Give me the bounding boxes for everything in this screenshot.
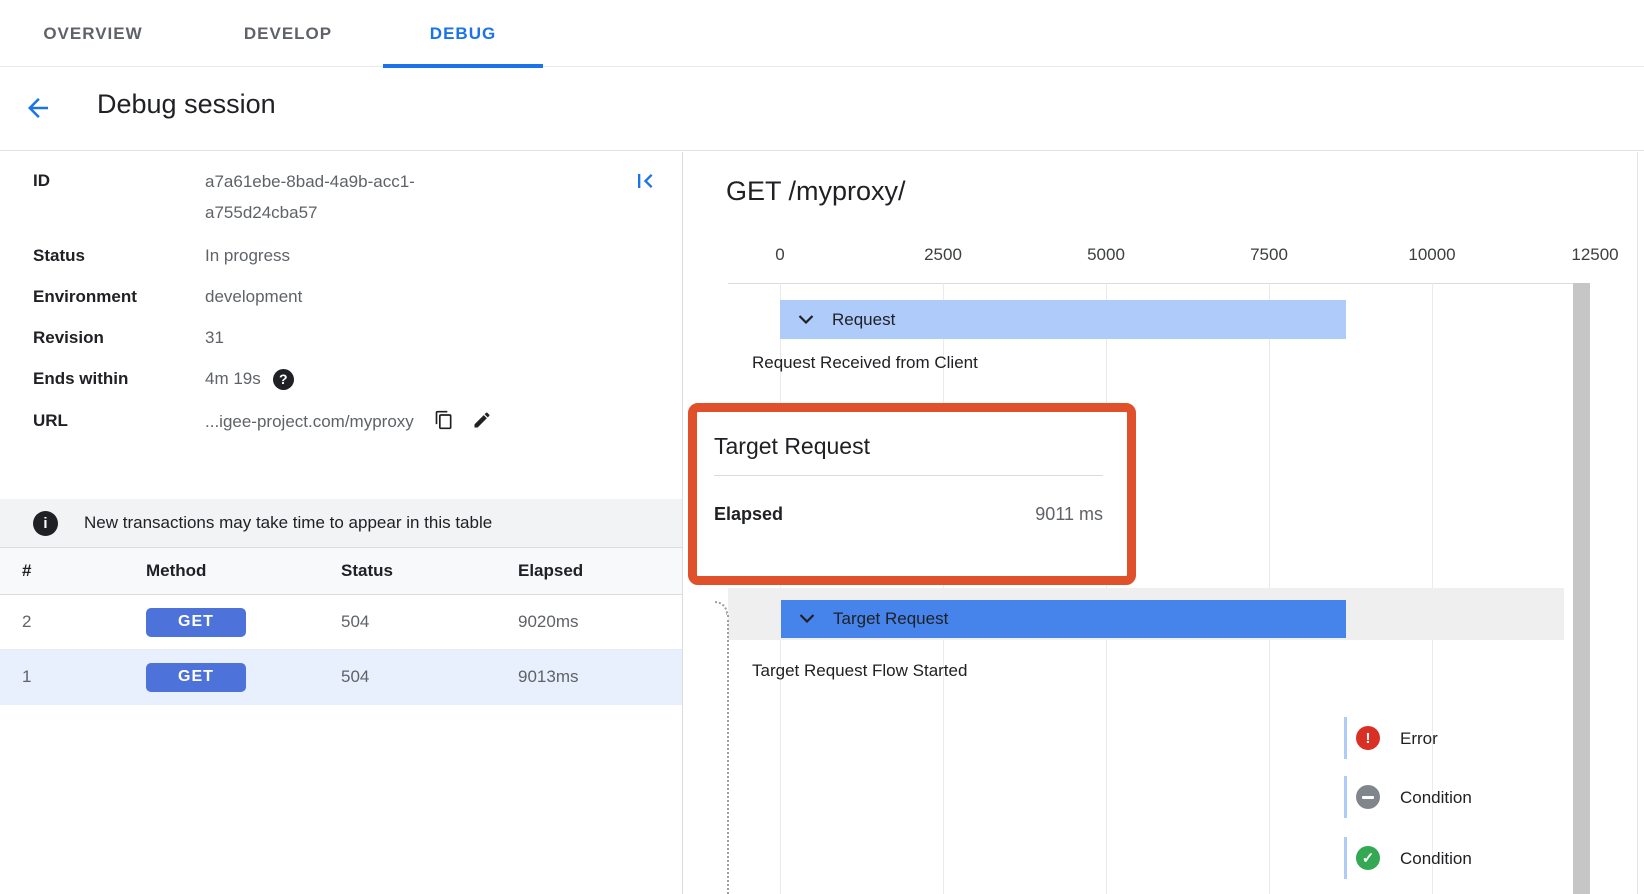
axis-tick: 12500: [1545, 245, 1644, 265]
connector-curve: [715, 601, 728, 615]
request-phase-label: Request: [832, 310, 895, 330]
arrow-left-icon: [23, 111, 53, 126]
field-row-status: Status In progress: [33, 245, 663, 267]
transaction-status: 504: [341, 667, 518, 687]
field-label: Environment: [33, 286, 205, 308]
trace-title: GET /myproxy/: [726, 176, 906, 207]
axis-tick: 10000: [1382, 245, 1482, 265]
field-row-url: URL ...igee-project.com/myproxy: [33, 410, 663, 433]
step-marker-line: [1344, 837, 1347, 879]
elapsed-value: 9011 ms: [1035, 504, 1103, 525]
field-label: Ends within: [33, 368, 205, 390]
error-icon[interactable]: !: [1356, 726, 1380, 750]
pencil-icon: [472, 410, 492, 433]
trace-panel: GET /myproxy/ 0 2500 5000 7500 10000 125…: [684, 152, 1644, 894]
tooltip-title: Target Request: [714, 433, 1103, 460]
session-details-panel: ID a7a61ebe-8bad-4a9b-acc1-a755d24cba57 …: [0, 152, 683, 894]
copy-url-button[interactable]: [434, 410, 454, 433]
condition-step-label: Condition: [1400, 847, 1472, 871]
column-header-num: #: [0, 561, 146, 581]
transaction-elapsed: 9013ms: [518, 667, 683, 687]
environment-value: development: [205, 286, 483, 308]
chevron-down-icon: [798, 311, 814, 329]
condition-false-icon[interactable]: [1356, 785, 1380, 809]
condition-true-icon[interactable]: ✓: [1356, 846, 1380, 870]
field-label: Revision: [33, 327, 205, 349]
url-value: ...igee-project.com/myproxy: [205, 411, 414, 433]
request-phase-bar[interactable]: Request: [780, 300, 1346, 339]
info-icon: i: [33, 511, 58, 536]
transaction-status: 504: [341, 612, 518, 632]
step-marker-line: [1344, 717, 1347, 759]
back-button[interactable]: [22, 93, 54, 125]
collapse-left-icon: [631, 183, 659, 198]
error-step-label: Error: [1400, 727, 1438, 751]
tooltip-divider: [714, 475, 1103, 476]
tab-develop[interactable]: DEVELOP: [208, 0, 368, 67]
target-request-phase-label: Target Request: [833, 609, 948, 629]
field-row-id: ID a7a61ebe-8bad-4a9b-acc1-a755d24cba57: [33, 170, 663, 228]
column-header-status: Status: [341, 561, 518, 581]
apigee-debug-screen: OVERVIEW DEVELOP DEBUG Debug session ID …: [0, 0, 1644, 894]
edit-url-button[interactable]: [472, 410, 492, 433]
help-icon[interactable]: ?: [273, 369, 294, 390]
request-event-text: Request Received from Client: [752, 353, 978, 373]
ends-within-value: 4m 19s: [205, 368, 261, 390]
chevron-down-icon: [799, 610, 815, 628]
field-row-environment: Environment development: [33, 286, 663, 308]
transaction-num: 1: [0, 667, 146, 687]
tab-overview[interactable]: OVERVIEW: [13, 0, 173, 67]
status-value: In progress: [205, 245, 483, 267]
elapsed-tooltip-highlighted: Target Request Elapsed 9011 ms: [688, 403, 1136, 585]
field-row-revision: Revision 31: [33, 327, 663, 349]
transaction-row-selected[interactable]: 1 GET 504 9013ms: [0, 650, 683, 705]
field-row-ends-within: Ends within 4m 19s ?: [33, 368, 663, 390]
revision-value: 31: [205, 327, 483, 349]
field-label: URL: [33, 410, 205, 432]
panel-border: [1637, 152, 1638, 894]
field-label: ID: [33, 170, 205, 192]
page-header: Debug session: [0, 67, 1644, 151]
transactions-table-header: # Method Status Elapsed: [0, 547, 683, 595]
condition-step-label: Condition: [1400, 786, 1472, 810]
info-banner: i New transactions may take time to appe…: [0, 499, 683, 547]
copy-icon: [434, 410, 454, 433]
target-request-event-text: Target Request Flow Started: [752, 661, 967, 681]
axis-tick: 2500: [893, 245, 993, 265]
info-banner-text: New transactions may take time to appear…: [84, 513, 492, 533]
column-header-method: Method: [146, 561, 341, 581]
transaction-num: 2: [0, 612, 146, 632]
timeline-axis: [728, 283, 1574, 284]
field-label: Status: [33, 245, 205, 267]
minus-glyph: [1362, 796, 1374, 799]
tab-bar: OVERVIEW DEVELOP DEBUG: [0, 0, 1644, 67]
transaction-elapsed: 9020ms: [518, 612, 683, 632]
collapse-panel-button[interactable]: [630, 167, 660, 197]
transaction-row[interactable]: 2 GET 504 9020ms: [0, 595, 683, 650]
axis-tick: 7500: [1219, 245, 1319, 265]
axis-tick: 0: [730, 245, 830, 265]
axis-tick: 5000: [1056, 245, 1156, 265]
page-title: Debug session: [97, 89, 276, 120]
connector-dashed-line: [727, 615, 729, 894]
target-request-phase-bar[interactable]: Target Request: [781, 600, 1346, 638]
vertical-scrollbar[interactable]: [1573, 283, 1590, 894]
step-marker-line: [1344, 776, 1347, 818]
method-badge: GET: [146, 663, 246, 692]
column-header-elapsed: Elapsed: [518, 561, 683, 581]
elapsed-label: Elapsed: [714, 504, 783, 525]
method-badge: GET: [146, 608, 246, 637]
session-id-value: a7a61ebe-8bad-4a9b-acc1-a755d24cba57: [205, 166, 483, 228]
tab-debug[interactable]: DEBUG: [383, 0, 543, 67]
